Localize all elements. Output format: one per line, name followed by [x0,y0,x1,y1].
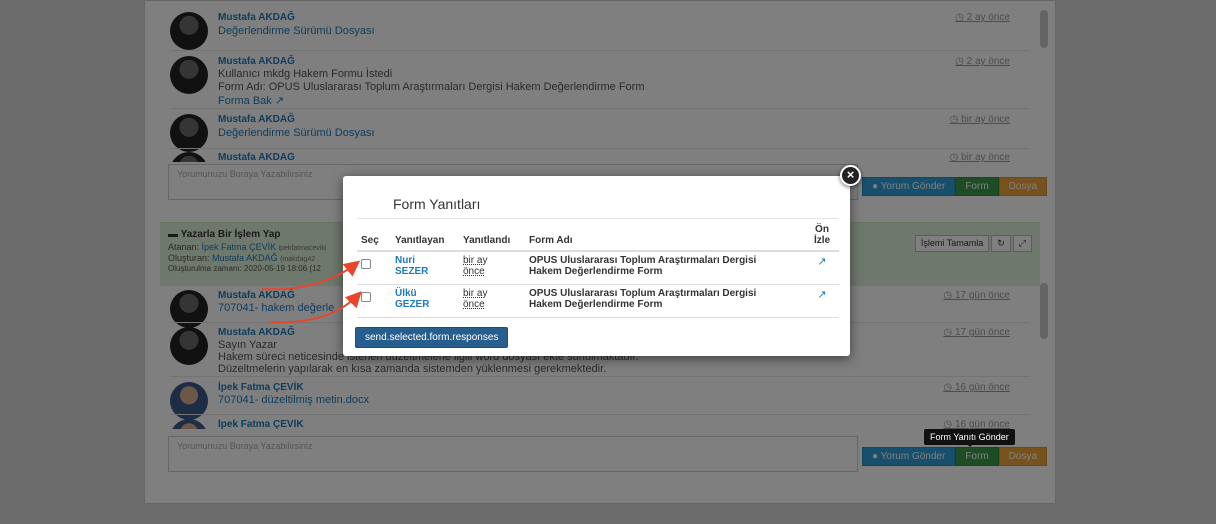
annotation-arrow [261,260,361,291]
annotation-arrows [261,260,362,324]
annotation-arrow [269,291,362,324]
